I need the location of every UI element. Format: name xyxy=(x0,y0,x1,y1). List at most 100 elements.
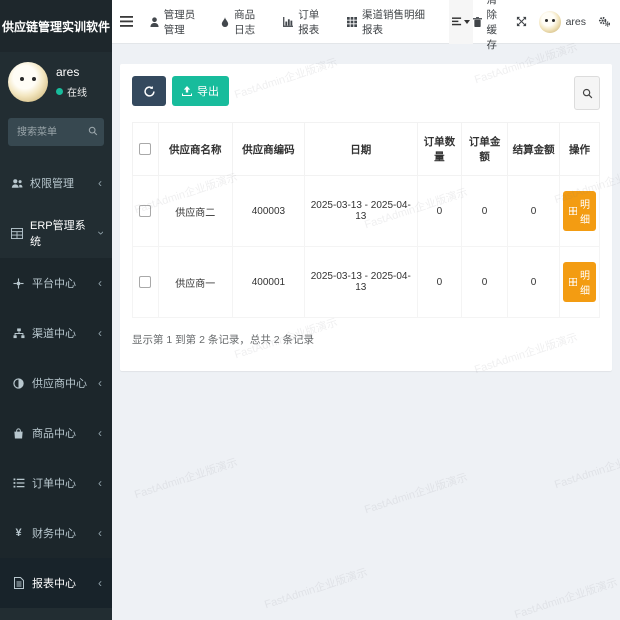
user-icon xyxy=(150,17,159,27)
table-row: 供应商一 400001 2025-03-13 - 2025-04-13 0 0 … xyxy=(133,247,600,318)
sidebar-username: ares xyxy=(56,65,87,79)
detail-grid-icon xyxy=(569,207,577,215)
clear-cache-label: 清除缓存 xyxy=(486,0,503,52)
sidebar-item-label: 权限管理 xyxy=(30,175,74,191)
app-title: 供应链管理实训软件 xyxy=(2,18,110,35)
shopping-bag-icon xyxy=(12,428,25,439)
date-range-cell: 2025-03-13 - 2025-04-13 xyxy=(304,176,417,247)
chevron-left-icon: ‹ xyxy=(98,576,102,590)
settle-amount-cell: 0 xyxy=(508,247,560,318)
tab-goods-log[interactable]: 商品日志 xyxy=(212,0,274,43)
supplier-name-cell: 供应商一 xyxy=(158,247,232,318)
sitemap-icon xyxy=(12,328,25,339)
app-logo[interactable]: 供应链管理实训软件 xyxy=(0,0,112,52)
caret-down-icon xyxy=(464,20,470,24)
sidebar-item-order-center[interactable]: 订单中心 ‹ xyxy=(0,458,112,508)
select-all-checkbox[interactable] xyxy=(139,143,151,155)
upload-icon xyxy=(182,86,192,96)
list-icon xyxy=(12,478,25,488)
table-search-button[interactable] xyxy=(574,76,600,110)
report-panel: 导出 供应商名称 供应商编码 日期 订单数量 订单金额 结算金额 xyxy=(120,64,612,371)
fullscreen-button[interactable] xyxy=(516,16,527,27)
top-navbar: 管理员管理 商品日志 订单报表 渠道销售明细报表 xyxy=(112,0,620,44)
sidebar-item-supplier-center[interactable]: 供应商中心 ‹ xyxy=(0,358,112,408)
row-checkbox[interactable] xyxy=(139,276,151,288)
view-detail-button[interactable]: 明细 xyxy=(563,262,596,302)
tab-label: 渠道销售明细报表 xyxy=(362,7,426,37)
sidebar-toggle-button[interactable] xyxy=(112,0,141,44)
export-button[interactable]: 导出 xyxy=(172,76,229,106)
table-icon xyxy=(10,228,23,239)
yen-icon: ¥ xyxy=(12,527,25,539)
chevron-left-icon: ‹ xyxy=(98,426,102,440)
view-detail-label: 明细 xyxy=(580,196,590,226)
tab-bar: 管理员管理 商品日志 订单报表 渠道销售明细报表 xyxy=(141,0,474,43)
tab-admin-management[interactable]: 管理员管理 xyxy=(141,0,212,43)
main-content: 导出 供应商名称 供应商编码 日期 订单数量 订单金额 结算金额 xyxy=(112,44,620,620)
supplier-name-cell: 供应商二 xyxy=(158,176,232,247)
users-icon xyxy=(10,178,23,189)
sidebar-item-label: 平台中心 xyxy=(32,275,76,291)
pagination-summary: 显示第 1 到第 2 条记录，总共 2 条记录 xyxy=(132,332,600,347)
tab-channel-sales-report[interactable]: 渠道销售明细报表 xyxy=(338,0,435,43)
tab-list-dropdown-button[interactable] xyxy=(449,0,473,44)
chevron-left-icon: ‹ xyxy=(98,476,102,490)
supplier-report-table: 供应商名称 供应商编码 日期 订单数量 订单金额 结算金额 操作 供应商二 40… xyxy=(132,122,600,318)
navbar-username: ares xyxy=(566,16,586,28)
settings-gears-button[interactable] xyxy=(598,16,610,27)
order-amount-cell: 0 xyxy=(462,176,508,247)
user-menu[interactable]: ares xyxy=(539,11,586,33)
sidebar-item-goods-center[interactable]: 商品中心 ‹ xyxy=(0,408,112,458)
supplier-code-cell: 400003 xyxy=(232,176,304,247)
column-header: 供应商名称 xyxy=(158,123,232,176)
sidebar-item-label: 供应商中心 xyxy=(32,375,87,391)
view-detail-button[interactable]: 明细 xyxy=(563,191,596,231)
chevron-left-icon: ‹ xyxy=(98,526,102,540)
bar-chart-icon xyxy=(283,17,293,27)
table-row: 供应商二 400003 2025-03-13 - 2025-04-13 0 0 … xyxy=(133,176,600,247)
sidebar-item-report-center[interactable]: 报表中心 ‹ xyxy=(0,558,112,608)
table-toolbar: 导出 xyxy=(132,76,600,110)
tab-order-report[interactable]: 订单报表 xyxy=(274,0,338,43)
sidebar-item-erp-system[interactable]: ERP管理系统 ‹ xyxy=(0,208,112,258)
refresh-button[interactable] xyxy=(132,76,166,106)
date-range-cell: 2025-03-13 - 2025-04-13 xyxy=(304,247,417,318)
sidebar-item-channel-center[interactable]: 渠道中心 ‹ xyxy=(0,308,112,358)
export-label: 导出 xyxy=(197,83,219,99)
clear-cache-button[interactable]: 清除缓存 xyxy=(473,0,503,52)
sidebar-item-label: 报表中心 xyxy=(32,575,76,591)
chevron-down-icon: ‹ xyxy=(93,231,107,235)
sidebar-user-panel: ares 在线 xyxy=(0,52,112,112)
user-avatar xyxy=(539,11,561,33)
column-header: 订单金额 xyxy=(462,123,508,176)
sidebar-item-label: ERP管理系统 xyxy=(30,217,91,249)
sidebar-item-permissions[interactable]: 权限管理 ‹ xyxy=(0,158,112,208)
sidebar-item-finance-center[interactable]: ¥ 财务中心 ‹ xyxy=(0,508,112,558)
column-header: 日期 xyxy=(304,123,417,176)
hub-icon xyxy=(12,278,25,289)
detail-grid-icon xyxy=(569,278,577,286)
column-header: 订单数量 xyxy=(417,123,461,176)
order-amount-cell: 0 xyxy=(462,247,508,318)
row-checkbox[interactable] xyxy=(139,205,151,217)
half-circle-icon xyxy=(12,378,25,389)
settle-amount-cell: 0 xyxy=(508,176,560,247)
grid-icon xyxy=(347,17,357,27)
order-qty-cell: 0 xyxy=(417,247,461,318)
chevron-left-icon: ‹ xyxy=(98,326,102,340)
online-status-label: 在线 xyxy=(67,84,87,99)
droplet-icon xyxy=(221,17,229,27)
tab-label: 管理员管理 xyxy=(164,7,203,37)
file-text-icon xyxy=(12,577,25,589)
sidebar-item-label: 财务中心 xyxy=(32,525,76,541)
sidebar-item-platform-center[interactable]: 平台中心 ‹ xyxy=(0,258,112,308)
sidebar-item-label: 商品中心 xyxy=(32,425,76,441)
user-status: 在线 xyxy=(56,84,87,99)
sidebar: ares 在线 权限管理 ‹ ERP管理系统 ‹ xyxy=(0,0,112,620)
table-header-row: 供应商名称 供应商编码 日期 订单数量 订单金额 结算金额 操作 xyxy=(133,123,600,176)
user-avatar[interactable] xyxy=(8,62,48,102)
supplier-code-cell: 400001 xyxy=(232,247,304,318)
column-header: 供应商编码 xyxy=(232,123,304,176)
tab-label: 商品日志 xyxy=(234,7,265,37)
chevron-left-icon: ‹ xyxy=(98,276,102,290)
